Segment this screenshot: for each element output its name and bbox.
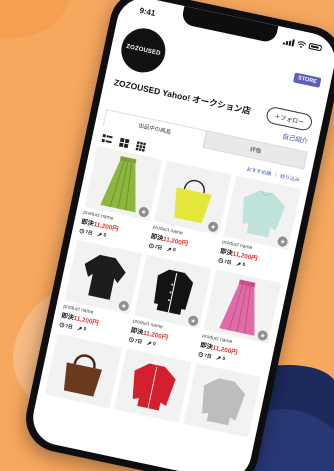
bid-count: 0 bbox=[236, 262, 245, 268]
wifi-icon bbox=[297, 40, 307, 48]
time-left: 7日 bbox=[218, 257, 233, 266]
product-image: ★ bbox=[223, 175, 301, 250]
product-image: ★ bbox=[203, 269, 281, 344]
product-card[interactable]: ★ product name 即決11,200円 7日 0 bbox=[128, 254, 212, 357]
time-left: 7日 bbox=[59, 321, 74, 331]
product-card[interactable] bbox=[44, 333, 123, 409]
bid-count: 0 bbox=[166, 247, 176, 253]
star-icon[interactable]: ★ bbox=[187, 314, 200, 327]
star-icon[interactable]: ★ bbox=[256, 329, 269, 342]
pink-skirt-image bbox=[219, 279, 256, 336]
list-view-icon[interactable] bbox=[101, 133, 113, 145]
product-image bbox=[44, 333, 123, 409]
bid-count: 0 bbox=[77, 326, 87, 333]
time-left: 7日 bbox=[128, 336, 143, 345]
product-image: ★ bbox=[84, 145, 163, 221]
self-intro-label: 自己紹介 bbox=[281, 133, 309, 146]
star-icon[interactable]: ★ bbox=[137, 206, 150, 218]
yellow-bag-image bbox=[174, 179, 212, 224]
bid-count: 0 bbox=[216, 355, 225, 362]
green-skirt-image bbox=[100, 156, 137, 213]
product-card[interactable]: ★ product name 即決11,200円 7日 0 bbox=[59, 239, 143, 342]
brown-bag-image bbox=[63, 354, 103, 397]
grey-sweater-image bbox=[202, 378, 246, 426]
product-image bbox=[114, 348, 192, 423]
battery-icon bbox=[308, 42, 323, 52]
filter-link[interactable]: 絞り込み bbox=[279, 173, 300, 184]
product-card[interactable] bbox=[114, 348, 192, 423]
bid-count: 0 bbox=[147, 341, 156, 347]
star-icon[interactable]: ★ bbox=[117, 300, 130, 312]
signal-icon bbox=[282, 37, 295, 47]
time-left: 7日 bbox=[198, 351, 213, 360]
status-icons bbox=[282, 37, 323, 52]
product-grid: ★ product name 即決11,200円 7日 0 ★ product … bbox=[38, 145, 308, 440]
time-left: 7日 bbox=[79, 227, 94, 237]
bid-count: 0 bbox=[97, 232, 107, 239]
product-card[interactable]: ★ product name 即決11,200円 7日 0 bbox=[148, 160, 232, 263]
status-time: 9:41 bbox=[138, 5, 157, 18]
mint-sweater-image bbox=[242, 190, 286, 238]
product-image: ★ bbox=[154, 160, 232, 236]
star-icon[interactable]: ★ bbox=[207, 220, 220, 233]
product-card[interactable]: ★ product name 即決11,200円 7日 0 bbox=[198, 269, 281, 371]
sort-link[interactable]: おすすめ順 bbox=[246, 166, 272, 178]
store-badge: STORE bbox=[293, 72, 322, 88]
time-left: 7日 bbox=[148, 242, 163, 252]
star-icon[interactable]: ★ bbox=[276, 235, 289, 248]
product-image: ★ bbox=[134, 254, 212, 330]
grid-small-icon[interactable] bbox=[135, 141, 147, 152]
product-card[interactable]: ★ product name 即決11,200円 7日 0 bbox=[218, 175, 301, 277]
separator: | bbox=[274, 171, 277, 178]
red-cardigan-image bbox=[132, 363, 176, 411]
product-image: ★ bbox=[64, 239, 143, 315]
product-image bbox=[183, 363, 261, 438]
grid-large-icon[interactable] bbox=[118, 137, 130, 149]
product-card[interactable]: ★ product name 即決11,200円 7日 0 bbox=[79, 145, 163, 248]
product-card[interactable] bbox=[183, 363, 261, 438]
black-top-image bbox=[84, 254, 126, 300]
black-jacket-image bbox=[154, 269, 194, 315]
